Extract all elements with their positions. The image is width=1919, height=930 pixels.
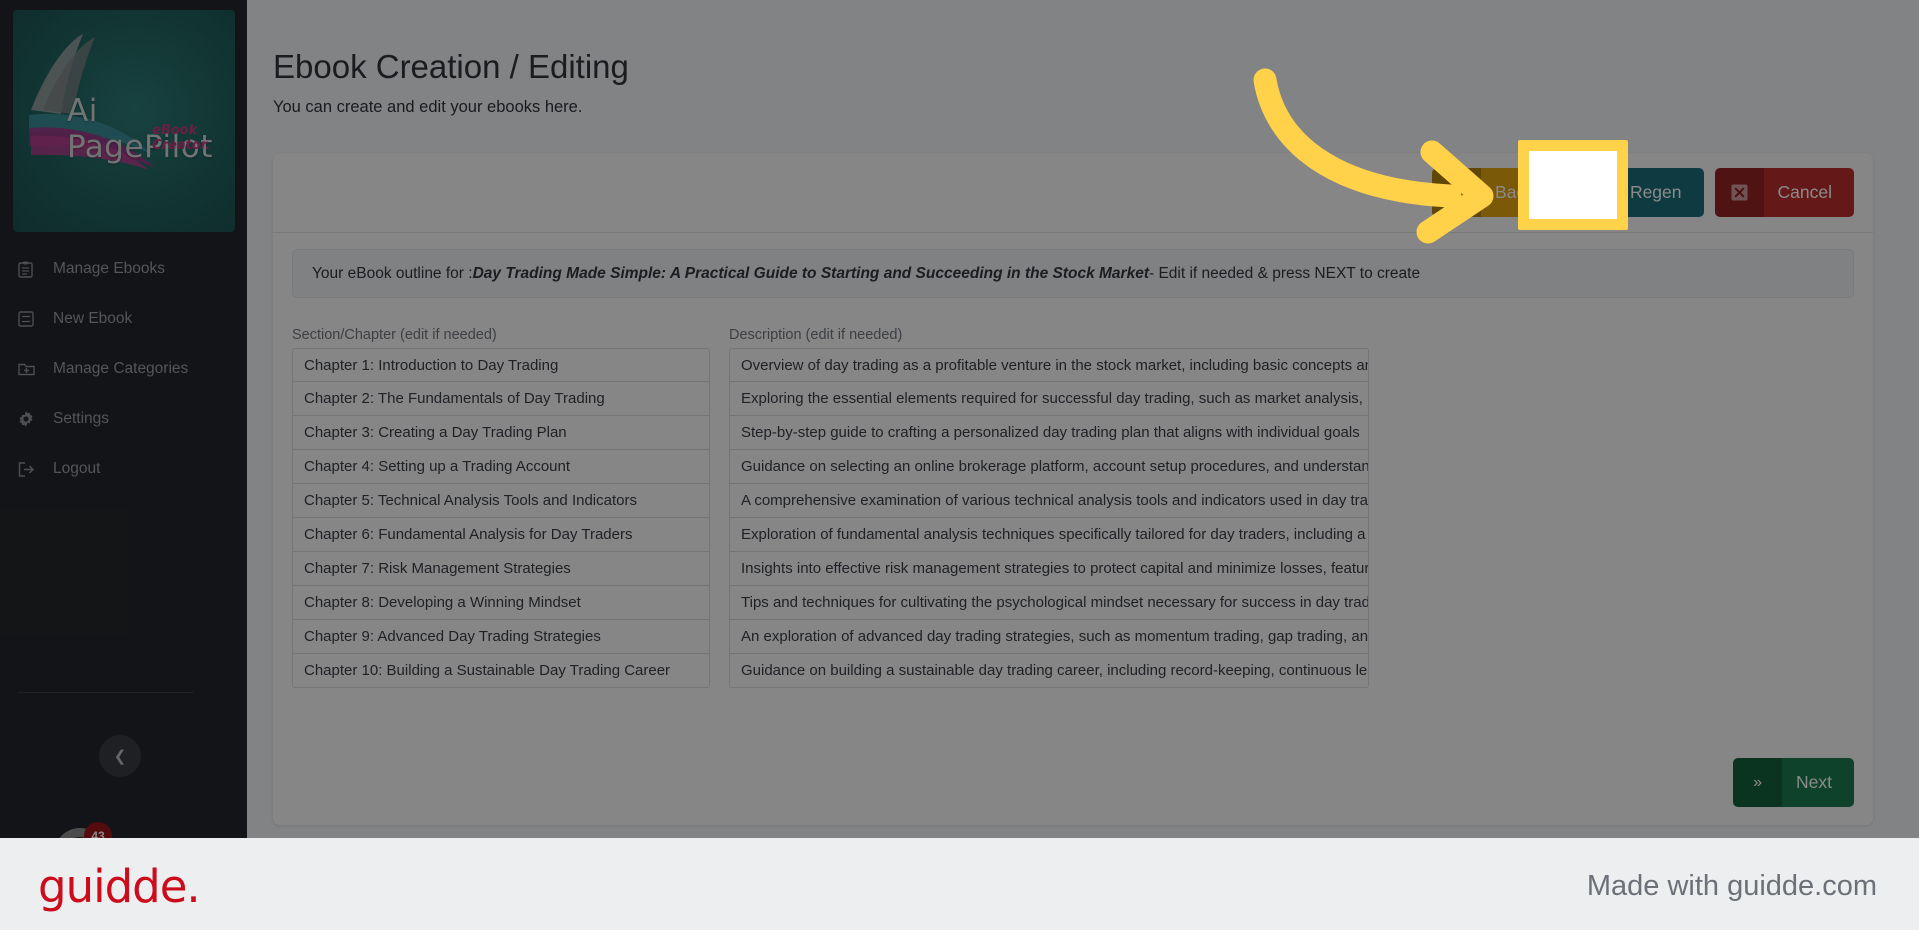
chapter-input[interactable]: Chapter 3: Creating a Day Trading Plan xyxy=(292,416,710,450)
chapter-column: Section/Chapter (edit if needed) Chapter… xyxy=(292,327,710,688)
action-toolbar: ❮ Back ↻ Regen Cancel xyxy=(1432,168,1854,217)
close-box-icon xyxy=(1714,168,1764,217)
chapter-input[interactable]: Chapter 7: Risk Management Strategies xyxy=(292,552,710,586)
sidebar-item-label: Manage Categories xyxy=(53,360,189,377)
chapter-column-header: Section/Chapter (edit if needed) xyxy=(292,327,497,343)
app-logo: Ai PagePilot eBook Creator. xyxy=(13,10,235,232)
ebook-editor-card: ❮ Back ↻ Regen Cancel Your eBook outline… xyxy=(273,153,1873,825)
chapter-input[interactable]: Chapter 4: Setting up a Trading Account xyxy=(292,450,710,484)
application-window: Ai PagePilot eBook Creator. Manage Ebook… xyxy=(0,0,1919,838)
outline-book-title: Day Trading Made Simple: A Practical Gui… xyxy=(472,264,1149,282)
gear-icon xyxy=(18,410,40,428)
description-input[interactable]: Exploring the essential elements require… xyxy=(729,382,1369,416)
chapter-input[interactable]: Chapter 8: Developing a Winning Mindset xyxy=(292,586,710,620)
chapter-input[interactable]: Chapter 2: The Fundamentals of Day Tradi… xyxy=(292,382,710,416)
description-column-header: Description (edit if needed) xyxy=(729,327,903,343)
description-input[interactable]: An exploration of advanced day trading s… xyxy=(729,620,1369,654)
sidebar-item-settings[interactable]: Settings xyxy=(0,394,247,444)
chevron-double-right-icon: » xyxy=(1733,758,1783,807)
back-button[interactable]: ❮ Back xyxy=(1432,168,1556,217)
regen-button-label: Regen xyxy=(1629,182,1682,202)
outline-suffix: - Edit if needed & press NEXT to create xyxy=(1149,264,1421,282)
guidde-logo: guidde. xyxy=(38,860,201,913)
next-button-label: Next xyxy=(1796,772,1832,792)
sidebar-item-logout[interactable]: Logout xyxy=(0,444,247,494)
sidebar-divider xyxy=(18,692,194,693)
back-button-label: Back xyxy=(1495,182,1534,202)
chevron-left-icon: ❮ xyxy=(113,748,127,765)
chapter-field-group: Chapter 1: Introduction to Day Trading C… xyxy=(292,348,710,688)
book-icon xyxy=(18,310,40,328)
cancel-button-label: Cancel xyxy=(1777,182,1832,202)
next-button[interactable]: » Next xyxy=(1733,758,1854,807)
sidebar-nav: Manage Ebooks New Ebook Manage Categorie… xyxy=(0,244,247,494)
description-column: Description (edit if needed) Overview of… xyxy=(729,327,1369,688)
page-title: Ebook Creation / Editing xyxy=(273,48,629,85)
notification-widget[interactable]: 43 xyxy=(42,822,162,838)
sidebar: Ai PagePilot eBook Creator. Manage Ebook… xyxy=(0,0,247,838)
notification-badge: 43 xyxy=(84,822,112,838)
description-input[interactable]: Guidance on selecting an online brokerag… xyxy=(729,450,1369,484)
sidebar-item-manage-categories[interactable]: Manage Categories xyxy=(0,344,247,394)
chevron-left-icon: ❮ xyxy=(1432,168,1482,217)
guidde-footer: guidde. Made with guidde.com xyxy=(0,838,1919,930)
description-input[interactable]: Tips and techniques for cultivating the … xyxy=(729,586,1369,620)
sidebar-item-label: Manage Ebooks xyxy=(53,260,166,277)
chapter-input[interactable]: Chapter 6: Fundamental Analysis for Day … xyxy=(292,518,710,552)
sidebar-item-label: Logout xyxy=(53,460,101,477)
sidebar-item-new-ebook[interactable]: New Ebook xyxy=(0,294,247,344)
description-field-group: Overview of day trading as a profitable … xyxy=(729,348,1369,688)
page-subtitle: You can create and edit your ebooks here… xyxy=(273,98,583,116)
outline-banner: Your eBook outline for : Day Trading Mad… xyxy=(292,249,1854,298)
next-button-wrap: » Next xyxy=(1733,758,1854,807)
card-header: ❮ Back ↻ Regen Cancel xyxy=(273,153,1873,233)
chapter-input[interactable]: Chapter 5: Technical Analysis Tools and … xyxy=(292,484,710,518)
folder-plus-icon xyxy=(18,360,40,378)
regen-button[interactable]: ↻ Regen xyxy=(1566,168,1704,217)
chapter-input[interactable]: Chapter 1: Introduction to Day Trading xyxy=(292,348,710,382)
description-input[interactable]: Insights into effective risk management … xyxy=(729,552,1369,586)
description-input[interactable]: Overview of day trading as a profitable … xyxy=(729,348,1369,382)
description-input[interactable]: A comprehensive examination of various t… xyxy=(729,484,1369,518)
sidebar-item-label: New Ebook xyxy=(53,310,133,327)
sidebar-collapse-button[interactable]: ❮ xyxy=(99,735,141,777)
refresh-icon: ↻ xyxy=(1566,168,1616,217)
main-content: Ebook Creation / Editing You can create … xyxy=(247,0,1919,838)
chapter-input[interactable]: Chapter 10: Building a Sustainable Day T… xyxy=(292,654,710,688)
outline-prefix: Your eBook outline for : xyxy=(312,264,473,282)
sidebar-item-manage-ebooks[interactable]: Manage Ebooks xyxy=(0,244,247,294)
chapter-input[interactable]: Chapter 9: Advanced Day Trading Strategi… xyxy=(292,620,710,654)
made-with-label: Made with guidde.com xyxy=(1586,870,1877,902)
description-input[interactable]: Guidance on building a sustainable day t… xyxy=(729,654,1369,688)
logo-subtitle: eBook Creator. xyxy=(152,123,211,153)
cancel-button[interactable]: Cancel xyxy=(1714,168,1854,217)
description-input[interactable]: Exploration of fundamental analysis tech… xyxy=(729,518,1369,552)
description-input[interactable]: Step-by-step guide to crafting a persona… xyxy=(729,416,1369,450)
sidebar-item-label: Settings xyxy=(53,410,110,427)
clipboard-list-icon xyxy=(18,260,40,278)
logout-icon xyxy=(18,460,40,478)
